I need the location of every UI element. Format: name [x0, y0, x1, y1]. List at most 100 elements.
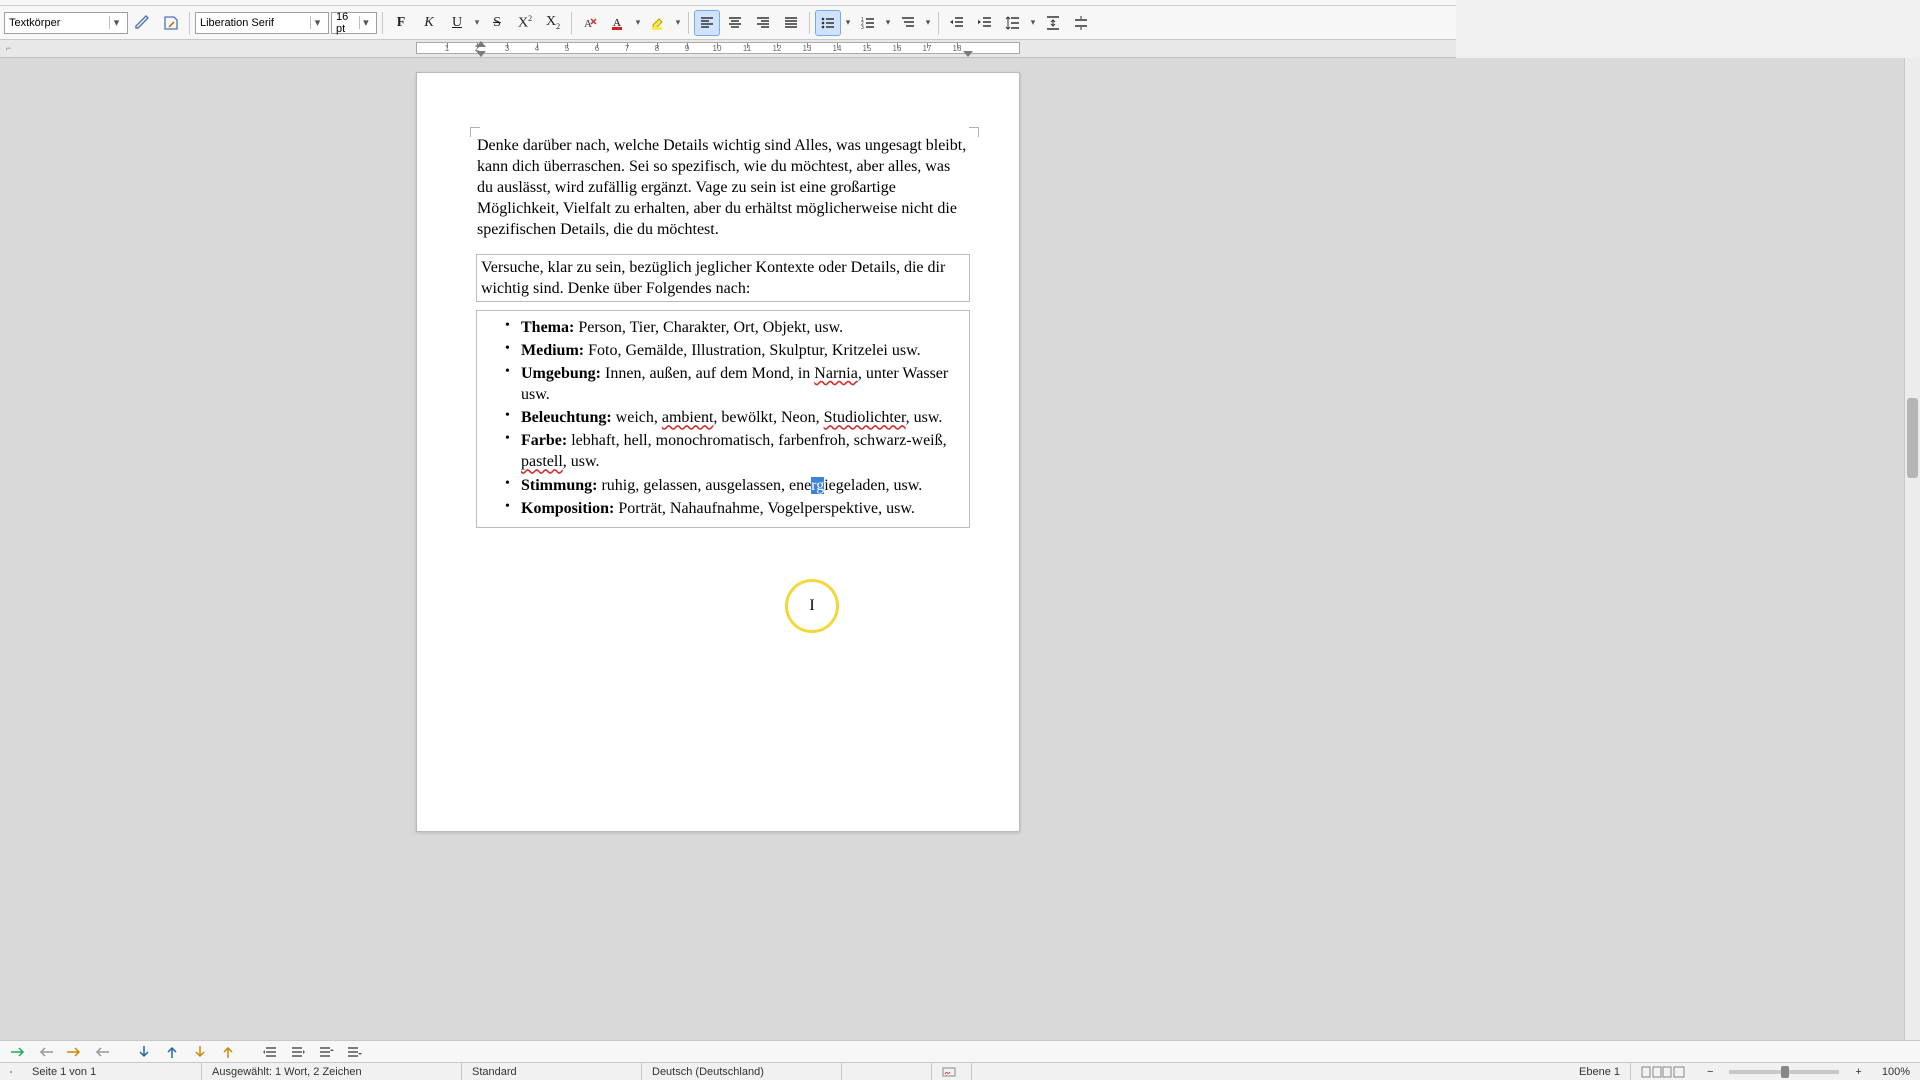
ruler-number: 10	[713, 44, 722, 53]
numbered-list-button[interactable]: 123	[855, 10, 881, 36]
align-left-button[interactable]	[694, 10, 720, 36]
nav-next-change-icon[interactable]	[62, 1043, 86, 1061]
right-indent-marker[interactable]	[963, 51, 973, 57]
superscript-button[interactable]: X2	[512, 10, 538, 36]
font-size-value: 16 pt	[336, 11, 359, 35]
nav-prev-change-icon[interactable]	[90, 1043, 114, 1061]
line-spacing-button[interactable]	[1000, 10, 1026, 36]
demote-icon[interactable]	[286, 1043, 310, 1061]
increase-indent-button[interactable]	[944, 10, 970, 36]
align-center-button[interactable]	[722, 10, 748, 36]
font-name-combo[interactable]: Liberation Serif ▾	[195, 12, 329, 34]
outline-split[interactable]: ▾	[923, 10, 933, 36]
chevron-down-icon: ▾	[109, 16, 123, 29]
font-size-combo[interactable]: 16 pt ▾	[331, 12, 377, 34]
chevron-down-icon: ▾	[310, 16, 324, 29]
vertical-scrollbar[interactable]	[1904, 58, 1920, 1042]
bullet-list-button[interactable]	[815, 10, 841, 36]
bullet-item-beleuchtung[interactable]: Beleuchtung: weich, ambient, bewölkt, Ne…	[505, 407, 963, 428]
align-right-button[interactable]	[750, 10, 776, 36]
bullet-item-farbe[interactable]: Farbe: lebhaft, hell, monochromatisch, f…	[505, 430, 963, 472]
new-style-button[interactable]	[158, 10, 184, 36]
ruler-number: 16	[893, 44, 902, 53]
ruler-number: 6	[595, 44, 599, 53]
decrease-para-spacing-button[interactable]	[1068, 10, 1094, 36]
app-icon	[0, 1063, 22, 1080]
bullet-item-stimmung[interactable]: Stimmung: ruhig, gelassen, ausgelassen, …	[505, 475, 963, 496]
outline-button[interactable]	[895, 10, 921, 36]
zoom-slider-knob[interactable]	[1781, 1066, 1789, 1078]
vertical-scrollbar-thumb[interactable]	[1907, 398, 1918, 478]
ruler-number: 2	[475, 44, 479, 53]
horizontal-ruler[interactable]: 123456789101112131415161718	[416, 42, 1020, 54]
ruler-number: 5	[565, 44, 569, 53]
document-text[interactable]: Denke darüber nach, welche Details wicht…	[477, 135, 969, 527]
left-ruler-mark: ⌐	[6, 43, 11, 53]
paragraph-intro[interactable]: Versuche, klar zu sein, bezüglich jeglic…	[477, 255, 969, 301]
bullet-item-thema[interactable]: Thema: Person, Tier, Charakter, Ort, Obj…	[505, 317, 963, 338]
status-insert-mode[interactable]	[842, 1063, 932, 1080]
find-toolbar	[0, 1040, 1920, 1062]
nav-prev-icon[interactable]	[34, 1043, 58, 1061]
nav-down-alt-icon[interactable]	[188, 1043, 212, 1061]
paragraph-style-value: Textkörper	[9, 17, 60, 29]
decrease-indent-button[interactable]	[972, 10, 998, 36]
font-color-split[interactable]: ▾	[633, 10, 643, 36]
document-page[interactable]: Denke darüber nach, welche Details wicht…	[416, 72, 1020, 832]
bullet-list[interactable]: Thema: Person, Tier, Charakter, Ort, Obj…	[505, 317, 963, 519]
bullet-item-medium[interactable]: Medium: Foto, Gemälde, Illustration, Sku…	[505, 340, 963, 361]
italic-button[interactable]: K	[416, 10, 442, 36]
move-up-list-icon[interactable]	[314, 1043, 338, 1061]
ruler-number: 14	[833, 44, 842, 53]
numbered-list-split[interactable]: ▾	[883, 10, 893, 36]
clear-formatting-button[interactable]: A	[577, 10, 603, 36]
nav-down-icon[interactable]	[132, 1043, 156, 1061]
cursor-highlight-icon: I	[785, 579, 839, 633]
ruler-number: 7	[625, 44, 629, 53]
text-cursor-icon: I	[809, 597, 814, 615]
zoom-out-button[interactable]: −	[1697, 1063, 1723, 1080]
line-spacing-split[interactable]: ▾	[1028, 10, 1038, 36]
status-language[interactable]: Deutsch (Deutschland)	[642, 1063, 842, 1080]
status-outline-level[interactable]: Ebene 1	[1569, 1063, 1631, 1080]
underline-button[interactable]: U	[444, 10, 470, 36]
highlight-button[interactable]	[645, 10, 671, 36]
paragraph-1[interactable]: Denke darüber nach, welche Details wicht…	[477, 135, 969, 241]
bullet-list-split[interactable]: ▾	[843, 10, 853, 36]
horizontal-ruler-area: ⌐ 123456789101112131415161718	[0, 40, 1456, 58]
highlight-split[interactable]: ▾	[673, 10, 683, 36]
status-signature[interactable]	[932, 1063, 972, 1080]
status-page[interactable]: Seite 1 von 1	[22, 1063, 202, 1080]
paragraph-style-combo[interactable]: Textkörper ▾	[4, 12, 128, 34]
ruler-number: 4	[535, 44, 539, 53]
zoom-slider[interactable]	[1729, 1070, 1839, 1074]
update-style-button[interactable]	[130, 10, 156, 36]
subscript-button[interactable]: X2	[540, 10, 566, 36]
bullet-group[interactable]: Thema: Person, Tier, Charakter, Ort, Obj…	[477, 311, 969, 527]
nav-up-icon[interactable]	[160, 1043, 184, 1061]
ruler-number: 11	[743, 44, 751, 53]
status-page-style[interactable]: Standard	[462, 1063, 642, 1080]
zoom-in-button[interactable]: +	[1845, 1063, 1871, 1080]
increase-para-spacing-button[interactable]	[1040, 10, 1066, 36]
margin-corner-tr	[969, 127, 979, 137]
move-down-list-icon[interactable]	[342, 1043, 366, 1061]
ruler-number: 15	[863, 44, 872, 53]
strikethrough-button[interactable]: S	[484, 10, 510, 36]
ruler-number: 1	[445, 44, 449, 53]
bullet-item-komposition[interactable]: Komposition: Porträt, Nahaufnahme, Vogel…	[505, 498, 963, 519]
nav-up-alt-icon[interactable]	[216, 1043, 240, 1061]
status-view-icons[interactable]	[1631, 1063, 1697, 1080]
svg-text:3: 3	[861, 25, 864, 31]
bullet-item-umgebung[interactable]: Umgebung: Innen, außen, auf dem Mond, in…	[505, 363, 963, 405]
formatting-toolbar: Textkörper ▾ Liberation Serif ▾ 16 pt ▾ …	[0, 6, 1456, 40]
status-selection[interactable]: Ausgewählt: 1 Wort, 2 Zeichen	[202, 1063, 462, 1080]
bold-button[interactable]: F	[388, 10, 414, 36]
font-color-button[interactable]: A	[605, 10, 631, 36]
align-justify-button[interactable]	[778, 10, 804, 36]
underline-split[interactable]: ▾	[472, 10, 482, 36]
nav-next-icon[interactable]	[6, 1043, 30, 1061]
status-zoom[interactable]: 100%	[1872, 1063, 1920, 1080]
promote-icon[interactable]	[258, 1043, 282, 1061]
font-name-value: Liberation Serif	[200, 17, 274, 29]
